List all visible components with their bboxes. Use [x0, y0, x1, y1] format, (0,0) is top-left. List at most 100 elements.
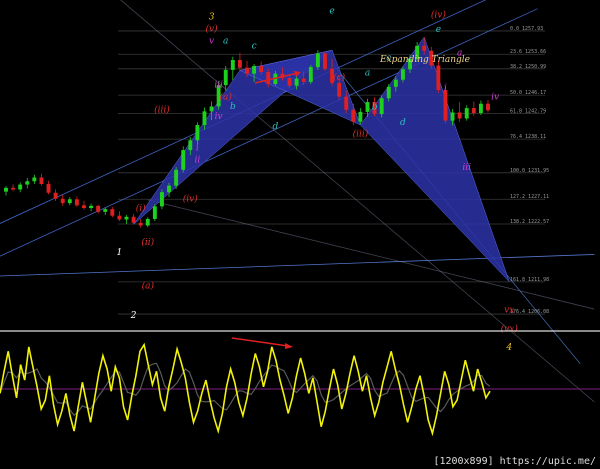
fib-level-label: 61.8 1242.79 — [510, 109, 546, 115]
candle-body — [74, 199, 79, 206]
fib-level-label: 76.4 1238.11 — [510, 134, 546, 140]
wave-label: 1 — [117, 248, 123, 258]
wave-label: a — [223, 37, 228, 47]
fib-level-label: 38.2 1250.99 — [510, 64, 546, 70]
candle-body — [60, 198, 65, 204]
candle-body — [301, 78, 306, 82]
candle-body — [181, 150, 186, 170]
wave-label: d — [400, 118, 406, 128]
wave-label: (iii) — [353, 128, 369, 139]
candle-body — [393, 79, 398, 87]
candle-body — [18, 184, 23, 190]
wave-label: 4 — [505, 343, 512, 353]
candle-body — [46, 183, 51, 193]
wave-label: e — [329, 7, 334, 17]
candle-body — [117, 215, 122, 220]
candle-body — [351, 109, 356, 122]
candle-body — [96, 205, 101, 212]
wave-label: (iv) — [183, 193, 198, 204]
wave-label: c — [252, 42, 257, 52]
wave-label: b — [230, 102, 236, 112]
candle-body — [131, 216, 136, 223]
wave-label: ii — [194, 156, 200, 166]
candle-body — [82, 205, 86, 209]
wave-label: (ii) — [141, 237, 154, 248]
candle-body — [323, 53, 327, 69]
watermark: [1200x899] https://upic.me/ — [433, 456, 596, 467]
candle-body — [39, 177, 44, 184]
wave-label: (a) — [142, 280, 155, 291]
fib-level-label: 127.2 1227.11 — [510, 194, 549, 200]
fib-level-label: 23.6 1253.66 — [510, 49, 546, 55]
wave-label: i — [444, 84, 447, 94]
candle-body — [436, 65, 441, 91]
candle-body — [308, 67, 313, 82]
candle-body — [53, 192, 58, 199]
wave-label: (c) — [333, 72, 346, 83]
candle-body — [110, 209, 115, 216]
candle-body — [245, 67, 249, 74]
candle-body — [174, 169, 179, 186]
candle-body — [4, 187, 8, 192]
wave-label: iv — [491, 92, 499, 102]
candle-body — [259, 66, 264, 73]
candle-body — [400, 69, 405, 80]
candle-body — [450, 112, 455, 121]
candle-body — [315, 53, 320, 68]
candle-body — [294, 78, 299, 86]
wave-label: (iv) — [431, 9, 446, 20]
fib-level-label: 161.8 1211.98 — [510, 277, 549, 283]
candle-body — [167, 185, 171, 193]
fib-level-label: 176.4 1206.08 — [510, 309, 549, 315]
candle-body — [471, 108, 476, 114]
candle-body — [237, 60, 242, 68]
candle-body — [124, 216, 129, 220]
candle-body — [464, 108, 469, 119]
candle-body — [223, 69, 228, 86]
wave-label: (iii) — [154, 104, 170, 115]
wave-label: iv — [215, 112, 223, 122]
candle-body — [365, 102, 370, 112]
chart-title: Expanding Triangle — [379, 55, 470, 65]
fib-level-label: 0.0 1257.93 — [510, 26, 543, 32]
wave-label: a — [365, 68, 370, 78]
wave-label: iii — [462, 163, 471, 173]
wave-label: iii — [214, 80, 223, 90]
candle-body — [89, 205, 94, 209]
wave-label: v — [209, 37, 214, 47]
candle-body — [443, 90, 448, 121]
candle-body — [188, 140, 193, 151]
wave-label: b — [372, 103, 378, 113]
candle-body — [103, 209, 108, 212]
wave-label: (a) — [220, 91, 233, 102]
fib-level-label: 138.2 1222.57 — [510, 219, 549, 225]
wave-label: 2 — [130, 311, 137, 321]
candle-body — [32, 177, 37, 182]
wave-label: (vx) — [501, 323, 519, 334]
candle-body — [266, 72, 271, 85]
candle-body — [287, 78, 292, 86]
candle-body — [145, 218, 150, 226]
wave-label: 3 — [209, 13, 215, 23]
candle-body — [209, 106, 214, 112]
candle-body — [11, 187, 16, 190]
candle-body — [379, 98, 384, 115]
candle-body — [344, 96, 349, 110]
candle-body — [252, 66, 257, 74]
candle-body — [159, 192, 164, 207]
wave-label: d — [272, 122, 278, 132]
candle-body — [486, 103, 490, 111]
wave-label: vx — [504, 305, 514, 315]
candle-body — [386, 86, 391, 99]
candle-body — [25, 181, 30, 185]
fib-level-label: 100.0 1231.95 — [510, 168, 549, 174]
candle-body — [152, 206, 157, 219]
candle-body — [230, 60, 235, 70]
candle-body — [422, 45, 427, 51]
wave-label: (v) — [206, 24, 219, 35]
candle-body — [195, 125, 200, 141]
candle-body — [478, 103, 483, 114]
wave-label: (i) — [136, 203, 146, 214]
chart-canvas: 0.0 1257.93 23.6 1253.66 38.2 1250.99 50.0 … — [0, 0, 600, 469]
candle-body — [457, 112, 462, 119]
